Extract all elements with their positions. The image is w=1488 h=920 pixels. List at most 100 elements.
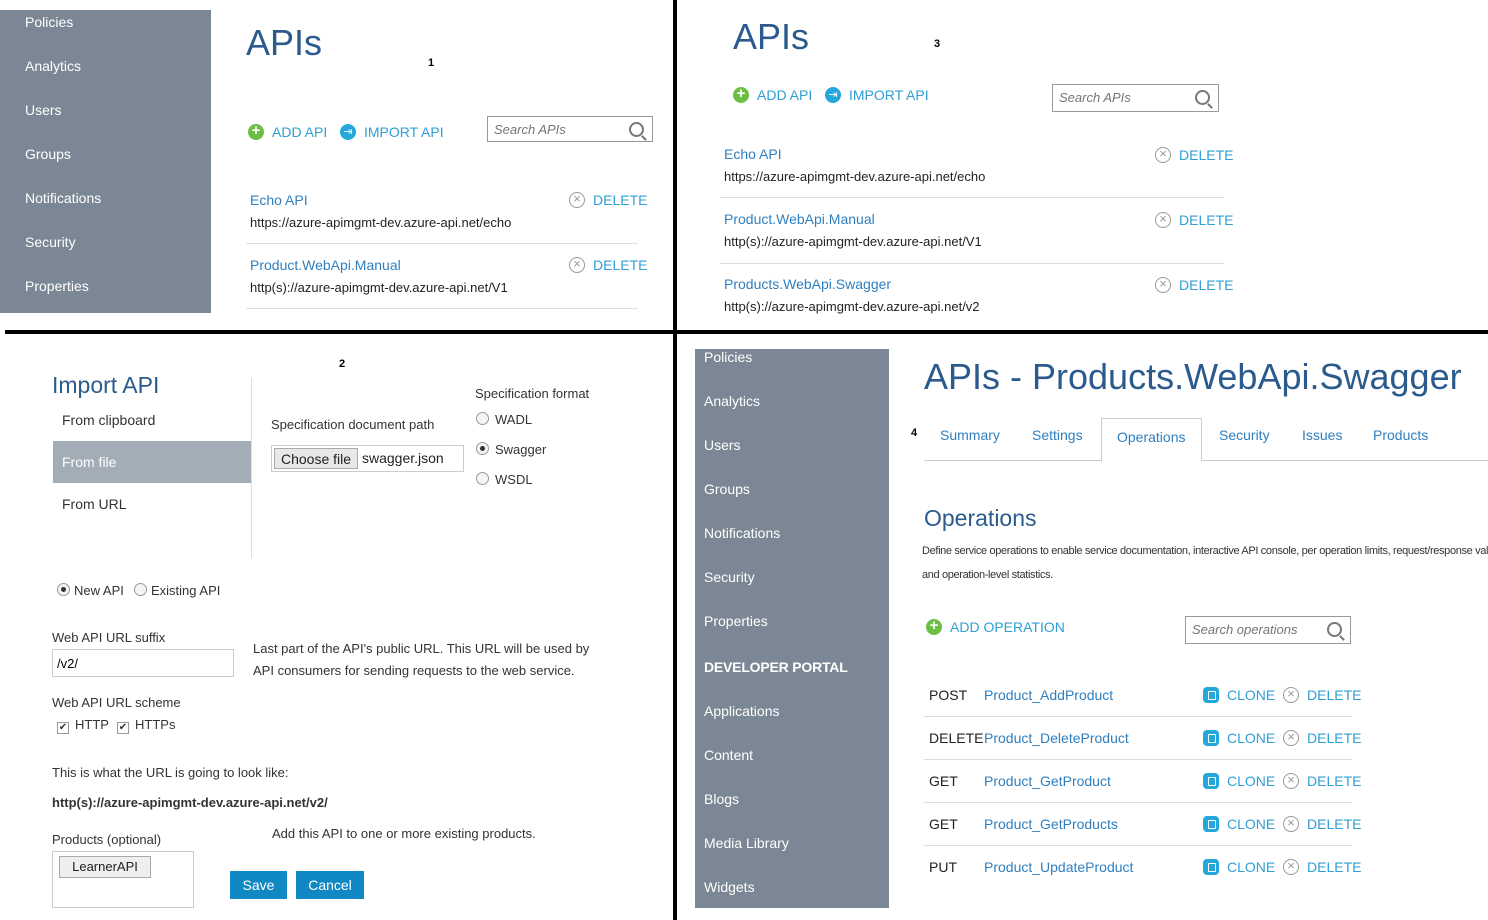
search-icon[interactable] (629, 122, 644, 137)
format-swagger[interactable]: Swagger (476, 442, 546, 457)
sidebar-item-notifications[interactable]: Notifications (695, 511, 889, 555)
source-from-clipboard[interactable]: From clipboard (62, 412, 155, 428)
operation-link[interactable]: Product_GetProducts (984, 816, 1118, 832)
sidebar-item-security[interactable]: Security (695, 555, 889, 599)
sidebar-item-blogs[interactable]: Blogs (695, 777, 889, 821)
operation-link[interactable]: Product_DeleteProduct (984, 730, 1129, 746)
search-icon[interactable] (1327, 622, 1342, 637)
search-operations-box (1185, 616, 1351, 644)
delete-button[interactable]: DELETE (569, 256, 647, 273)
api-link-manual[interactable]: Product.WebApi.Manual (724, 211, 875, 227)
sidebar-item-analytics[interactable]: Analytics (0, 44, 211, 88)
import-api-button[interactable]: IMPORT API (825, 87, 929, 103)
operation-method: POST (929, 687, 968, 703)
clone-button[interactable]: CLONE (1203, 816, 1275, 832)
clone-button[interactable]: CLONE (1203, 773, 1275, 789)
api-link-echo[interactable]: Echo API (724, 146, 782, 162)
products-box[interactable]: LearnerAPI (52, 851, 194, 908)
delete-button[interactable]: DELETE (1155, 146, 1233, 163)
sidebar-item-policies[interactable]: Policies (0, 0, 211, 44)
operation-link[interactable]: Product_GetProduct (984, 773, 1111, 789)
delete-button[interactable]: DELETE (1155, 211, 1233, 228)
close-icon (1283, 686, 1299, 703)
delete-button[interactable]: DELETE (1283, 686, 1361, 703)
url-preview: http(s)://azure-apimgmt-dev.azure-api.ne… (52, 795, 328, 810)
new-api-radio[interactable]: New API (57, 583, 124, 598)
sidebar-item-users[interactable]: Users (0, 88, 211, 132)
row-separator (924, 716, 1352, 717)
clone-button[interactable]: CLONE (1203, 859, 1275, 875)
source-from-url[interactable]: From URL (62, 496, 127, 512)
clone-button[interactable]: CLONE (1203, 687, 1275, 703)
source-from-file[interactable]: From file (53, 441, 251, 483)
sidebar-item-groups[interactable]: Groups (695, 467, 889, 511)
step-marker: 4 (911, 427, 918, 439)
tab-settings[interactable]: Settings (1032, 427, 1083, 443)
sidebar-item-security[interactable]: Security (0, 220, 211, 264)
add-api-button[interactable]: ADD API (733, 85, 812, 103)
tab-summary[interactable]: Summary (940, 427, 1000, 443)
sidebar-item-groups[interactable]: Groups (0, 132, 211, 176)
tab-issues[interactable]: Issues (1302, 427, 1342, 443)
existing-api-radio[interactable]: Existing API (134, 583, 220, 598)
operation-link[interactable]: Product_AddProduct (984, 687, 1113, 703)
sidebar-item-policies[interactable]: Policies (695, 335, 889, 379)
add-operation-button[interactable]: ADD OPERATION (926, 617, 1065, 635)
step-marker: 1 (428, 57, 435, 69)
operation-link[interactable]: Product_UpdateProduct (984, 859, 1133, 875)
plus-icon (733, 85, 749, 103)
tab-security[interactable]: Security (1219, 427, 1270, 443)
search-icon[interactable] (1195, 90, 1210, 105)
sidebar-item-applications[interactable]: Applications (695, 689, 889, 733)
product-tag[interactable]: LearnerAPI (59, 856, 151, 878)
cancel-button[interactable]: Cancel (296, 871, 364, 899)
row-separator (924, 845, 1352, 846)
row-separator (246, 243, 638, 244)
horizontal-divider (5, 330, 1488, 334)
choose-file-button[interactable]: Choose file (274, 448, 359, 469)
import-api-button[interactable]: IMPORT API (340, 124, 444, 140)
save-button[interactable]: Save (230, 871, 287, 899)
search-operations-input[interactable] (1190, 621, 1326, 638)
delete-button[interactable]: DELETE (1283, 858, 1361, 875)
add-api-button[interactable]: ADD API (248, 122, 327, 140)
api-link-echo[interactable]: Echo API (250, 192, 308, 208)
delete-button[interactable]: DELETE (569, 191, 647, 208)
clone-icon (1203, 816, 1219, 832)
api-link-swagger[interactable]: Products.WebApi.Swagger (724, 276, 891, 292)
tab-products[interactable]: Products (1373, 427, 1428, 443)
clone-button[interactable]: CLONE (1203, 730, 1275, 746)
tab-operations[interactable]: Operations (1101, 418, 1202, 462)
clone-icon (1203, 687, 1219, 703)
delete-button[interactable]: DELETE (1283, 815, 1361, 832)
sidebar-item-properties[interactable]: Properties (695, 599, 889, 643)
url-suffix-help-2: API consumers for sending requests to th… (253, 663, 575, 678)
products-label: Products (optional) (52, 832, 162, 847)
spec-format-label: Specification format (475, 386, 590, 401)
sidebar-item-notifications[interactable]: Notifications (0, 176, 211, 220)
scheme-https-checkbox[interactable]: ✔ HTTPs (117, 717, 175, 734)
page-title: APIs - Products.WebApi.Swagger (924, 356, 1462, 397)
sidebar-item-properties[interactable]: Properties (0, 264, 211, 308)
delete-button[interactable]: DELETE (1283, 772, 1361, 789)
close-icon (1283, 772, 1299, 789)
plus-icon (248, 122, 264, 140)
api-link-manual[interactable]: Product.WebApi.Manual (250, 257, 401, 273)
delete-button[interactable]: DELETE (1155, 276, 1233, 293)
delete-button[interactable]: DELETE (1283, 729, 1361, 746)
search-input[interactable] (492, 121, 628, 138)
sidebar-item-analytics[interactable]: Analytics (695, 379, 889, 423)
search-apis-box (487, 116, 653, 142)
row-separator (924, 759, 1352, 760)
sidebar-item-users[interactable]: Users (695, 423, 889, 467)
sidebar-item-content[interactable]: Content (695, 733, 889, 777)
row-separator (720, 263, 1224, 264)
sidebar-item-media-library[interactable]: Media Library (695, 821, 889, 865)
url-suffix-input[interactable] (52, 649, 234, 677)
search-input[interactable] (1057, 89, 1193, 106)
format-wsdl[interactable]: WSDL (476, 472, 533, 487)
sidebar-item-widgets[interactable]: Widgets (695, 865, 889, 909)
format-wadl[interactable]: WADL (476, 412, 532, 427)
panel4-sidebar: Policies Analytics Users Groups Notifica… (695, 349, 889, 908)
scheme-http-checkbox[interactable]: ✔ HTTP (57, 717, 109, 734)
